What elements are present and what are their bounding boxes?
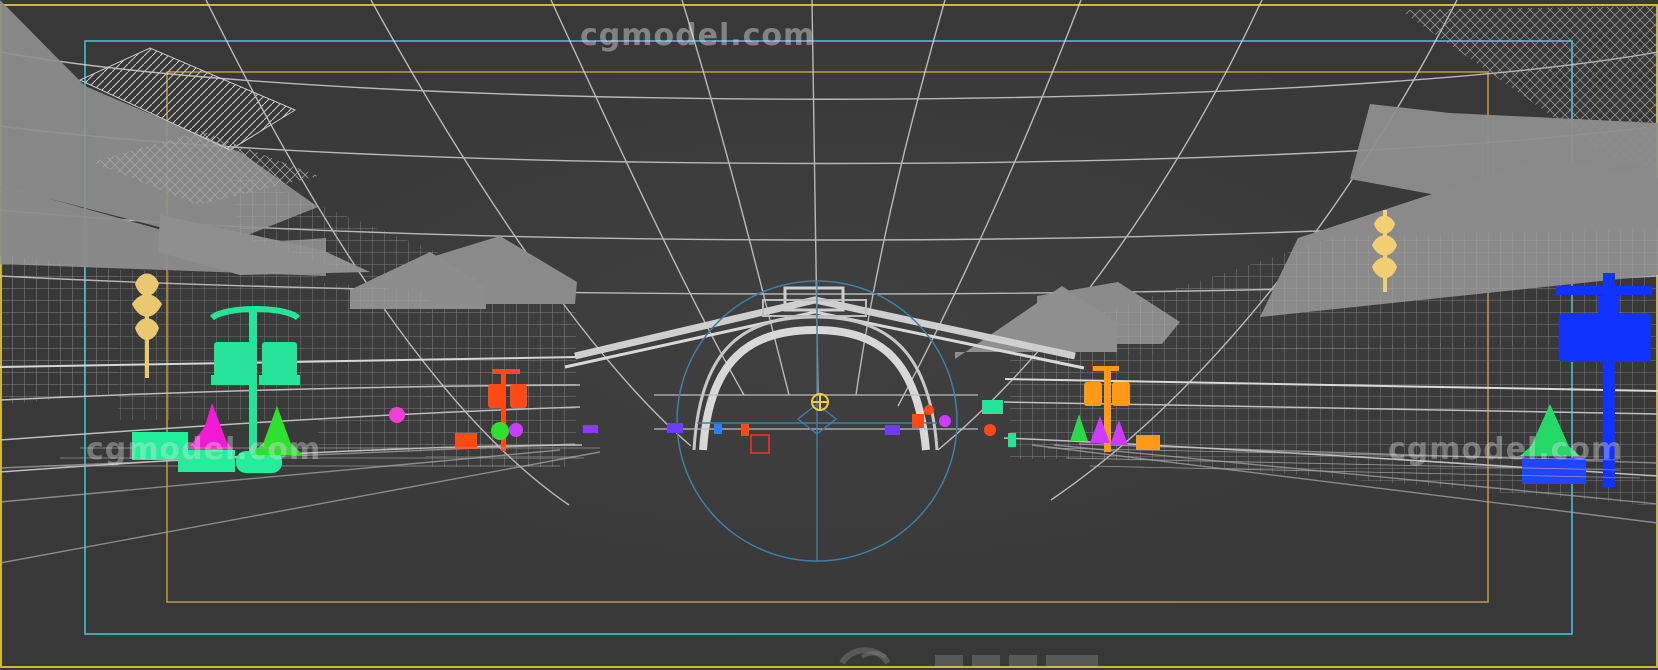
watermark-top: cgmodel.com	[580, 18, 816, 53]
watermark-right: cgmodel.com	[1388, 432, 1624, 467]
wireframe-scene[interactable]	[0, 0, 1658, 670]
3d-viewport[interactable]: cgmodel.com cgmodel.com cgmodel.com	[0, 0, 1658, 670]
watermark-left: cgmodel.com	[86, 432, 322, 467]
